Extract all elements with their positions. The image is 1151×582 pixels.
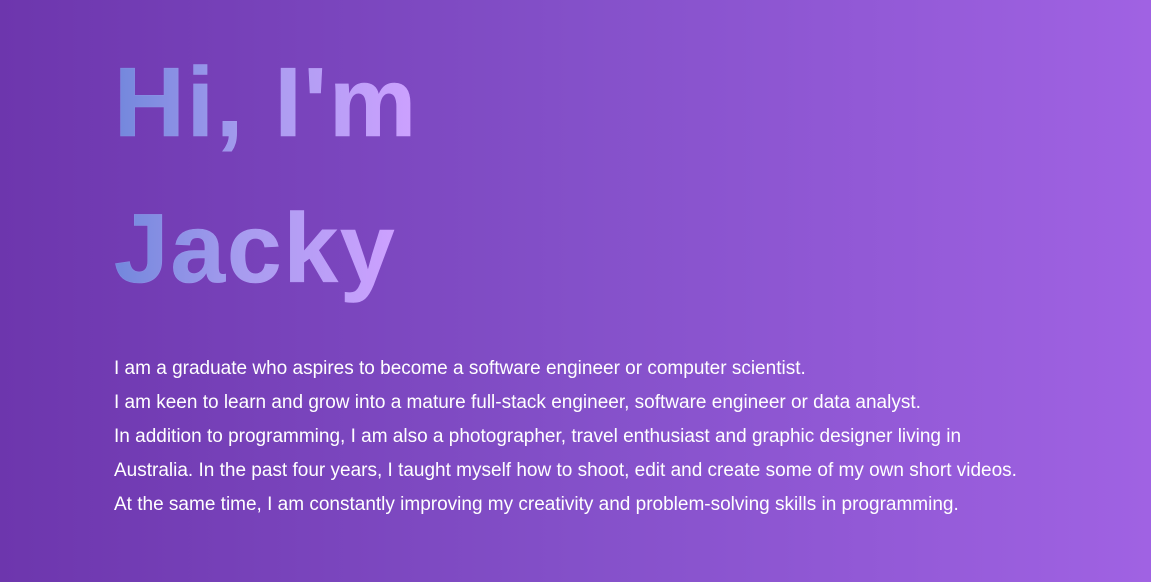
- bio-line: In addition to programming, I am also a …: [114, 426, 962, 447]
- bio-line: I am keen to learn and grow into a matur…: [114, 392, 921, 413]
- hero-title: Hi, I'm Jacky: [114, 0, 1114, 321]
- hero-title-name: Jacky: [114, 175, 397, 321]
- bio-section: I am a graduate who aspires to become a …: [114, 352, 1114, 522]
- hero-section: Hi, I'm Jacky: [114, 0, 1114, 321]
- bio-line: At the same time, I am constantly improv…: [114, 494, 959, 515]
- hero-title-greeting: Hi, I'm: [114, 29, 418, 175]
- bio-line: I am a graduate who aspires to become a …: [114, 358, 806, 379]
- bio-line: Australia. In the past four years, I tau…: [114, 460, 1017, 481]
